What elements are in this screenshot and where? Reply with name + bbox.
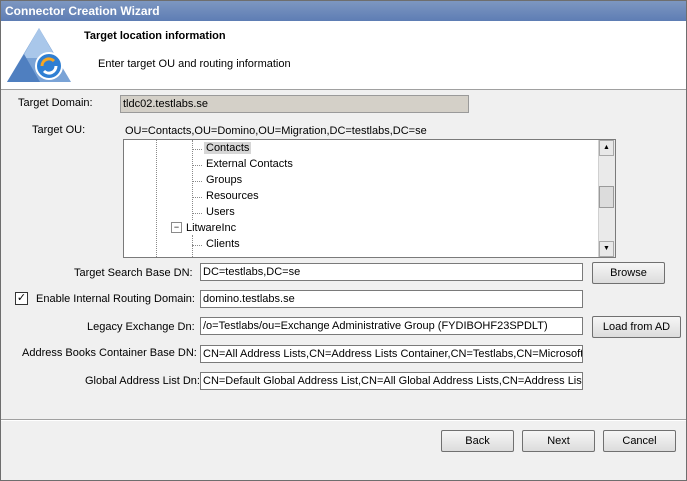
scroll-down-icon[interactable]: ▼ <box>599 241 614 257</box>
tree-item-clients[interactable]: Clients <box>206 238 240 250</box>
address-books-field[interactable]: CN=All Address Lists,CN=Address Lists Co… <box>200 345 583 363</box>
routing-domain-field[interactable]: domino.testlabs.se <box>200 290 583 308</box>
routing-label: Enable Internal Routing Domain: <box>36 293 195 305</box>
target-ou-label: Target OU: <box>32 124 86 136</box>
scroll-up-icon[interactable]: ▲ <box>599 140 614 156</box>
routing-checkbox[interactable]: ✓ <box>15 292 28 305</box>
scroll-thumb[interactable] <box>599 186 614 208</box>
target-domain-label: Target Domain: <box>18 97 93 109</box>
gal-label: Global Address List Dn: <box>85 375 200 387</box>
page-subtitle: Enter target OU and routing information <box>98 58 291 70</box>
load-from-ad-button[interactable]: Load from AD <box>592 316 681 338</box>
ou-tree-view[interactable]: Contacts External Contacts Groups Resour… <box>123 139 616 258</box>
tree-item-external-contacts[interactable]: External Contacts <box>206 158 293 170</box>
back-button[interactable]: Back <box>441 430 514 452</box>
connector-logo-icon <box>7 28 71 82</box>
search-base-label: Target Search Base DN: <box>74 267 193 279</box>
wizard-header: Target location information Enter target… <box>1 21 686 90</box>
window-title: Connector Creation Wizard <box>1 1 686 21</box>
tree-item-resources[interactable]: Resources <box>206 190 259 202</box>
address-books-label: Address Books Container Base DN: <box>22 347 197 359</box>
tree-collapse-toggle-icon[interactable]: − <box>171 222 182 233</box>
tree-item-litwareinc[interactable]: LitwareInc <box>186 222 236 234</box>
footer-separator <box>1 419 686 421</box>
tree-item-contacts[interactable]: Contacts <box>204 142 252 154</box>
next-button[interactable]: Next <box>522 430 595 452</box>
tree-item-groups[interactable]: Groups <box>206 174 242 186</box>
legacy-dn-label: Legacy Exchange Dn: <box>87 321 195 333</box>
wizard-window: Connector Creation Wizard Target locatio… <box>0 0 687 481</box>
tree-item-users[interactable]: Users <box>206 206 235 218</box>
search-base-field[interactable]: DC=testlabs,DC=se <box>200 263 583 281</box>
browse-button[interactable]: Browse <box>592 262 665 284</box>
tree-scrollbar[interactable]: ▲ ▼ <box>598 140 615 257</box>
cancel-button[interactable]: Cancel <box>603 430 676 452</box>
target-ou-value: OU=Contacts,OU=Domino,OU=Migration,DC=te… <box>125 125 427 137</box>
page-title: Target location information <box>84 30 226 42</box>
gal-field[interactable]: CN=Default Global Address List,CN=All Gl… <box>200 372 583 390</box>
target-domain-field: tldc02.testlabs.se <box>120 95 469 113</box>
legacy-dn-field[interactable]: /o=Testlabs/ou=Exchange Administrative G… <box>200 317 583 335</box>
